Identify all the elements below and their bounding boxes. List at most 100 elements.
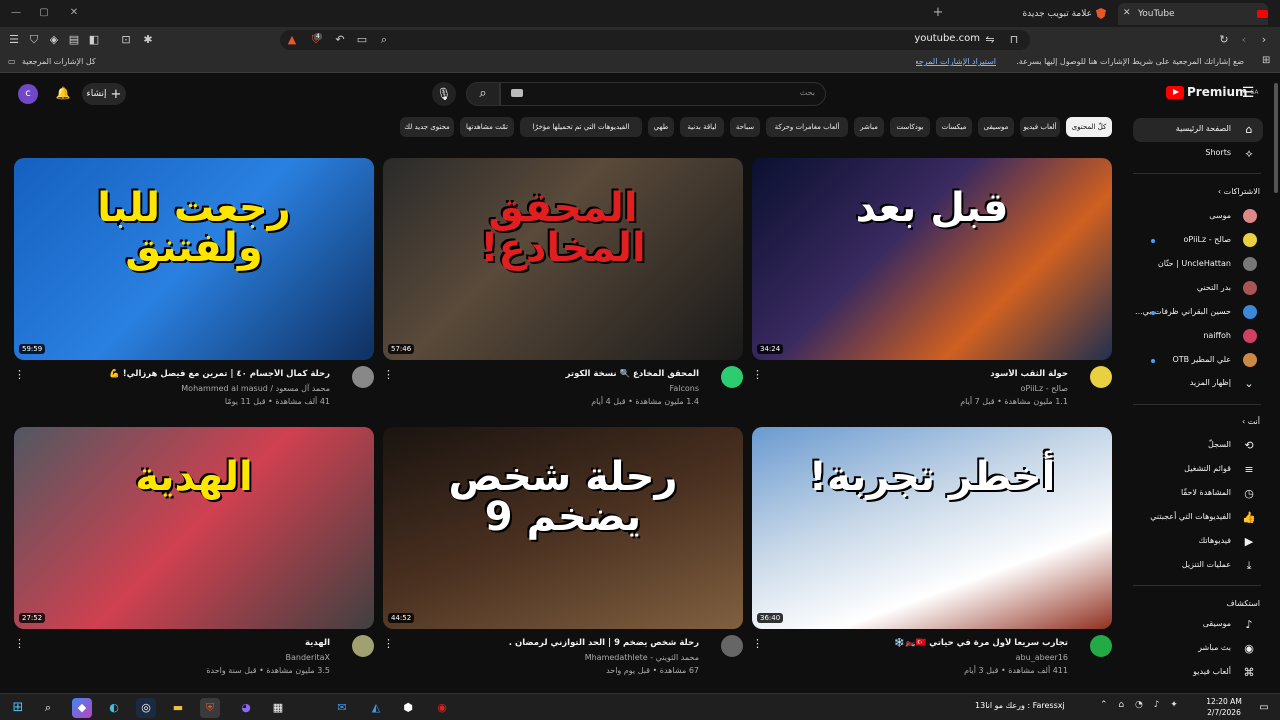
file-explorer-icon[interactable]: ▬ bbox=[168, 698, 188, 718]
channel-name[interactable]: abu_abeer16 bbox=[768, 653, 1068, 662]
back-icon[interactable]: › bbox=[1256, 32, 1272, 48]
channel-avatar[interactable] bbox=[352, 366, 374, 388]
sidebar-icon[interactable]: ◧ bbox=[86, 32, 102, 48]
video-thumbnail[interactable]: قبل بعد 34:24 bbox=[752, 158, 1112, 360]
minimize-icon[interactable]: — bbox=[8, 5, 24, 21]
copilot-icon[interactable]: ◆ bbox=[72, 698, 92, 718]
sidebar-item-subscription[interactable]: بدر التحني bbox=[1133, 277, 1263, 301]
sidebar-item-home[interactable]: ⌂ الصفحة الرئيسية bbox=[1133, 118, 1263, 142]
wallet-icon[interactable]: ◈ bbox=[46, 32, 62, 48]
menu-icon[interactable]: ☰ bbox=[6, 32, 22, 48]
filter-chip[interactable]: بودكاست bbox=[890, 117, 930, 137]
video-card[interactable]: قبل بعد 34:24 حولة الثقب الأسود صالح - oPii… bbox=[752, 158, 1112, 418]
bookmark-icon[interactable]: ⊓ bbox=[1006, 32, 1022, 48]
search-icon[interactable]: ⌕ bbox=[376, 32, 392, 48]
video-title[interactable]: المحقق المخادع 🔍 نسخة الكوتر bbox=[399, 369, 699, 379]
windows-start-icon[interactable]: ⊞ bbox=[8, 698, 28, 718]
sidebar-item[interactable]: ◉ بث مباشر bbox=[1133, 637, 1263, 661]
channel-avatar[interactable] bbox=[1090, 366, 1112, 388]
filter-chip[interactable]: الفيديوهات التي تم تحميلها مؤخرًا bbox=[520, 117, 642, 137]
channel-avatar[interactable] bbox=[352, 635, 374, 657]
sidebar-item-subscription[interactable]: علي المطير OTB bbox=[1133, 349, 1263, 373]
more-options-icon[interactable]: ⋮ bbox=[14, 368, 25, 381]
channel-name[interactable]: BanderitaX bbox=[30, 653, 331, 662]
shield-icon[interactable]: ⛉ bbox=[26, 32, 42, 48]
channel-name[interactable]: صالح - oPiiLz bbox=[768, 384, 1068, 393]
edge-icon[interactable]: ◐ bbox=[104, 698, 124, 718]
filter-chip[interactable]: ميكسات bbox=[936, 117, 972, 137]
sidebar-item[interactable]: ◷ المشاهدة لاحقًا bbox=[1133, 482, 1263, 506]
filter-chip[interactable]: سباحة bbox=[730, 117, 760, 137]
more-options-icon[interactable]: ⋮ bbox=[383, 637, 394, 650]
reader-mode-icon[interactable]: ▭ bbox=[354, 32, 370, 48]
you-header[interactable]: أنت › bbox=[1242, 417, 1260, 426]
filter-chip[interactable]: محتوى جديد لك bbox=[400, 117, 454, 137]
discord-icon[interactable]: ◕ bbox=[236, 698, 256, 718]
steam-icon[interactable]: ◎ bbox=[136, 698, 156, 718]
sidebar-item-subscription[interactable]: صالح - oPiiLz bbox=[1133, 229, 1263, 253]
filter-chip[interactable]: مباشر bbox=[854, 117, 884, 137]
sidebar-item-subscription[interactable]: حسين البقراني ظرفات بي... bbox=[1133, 301, 1263, 325]
scrollbar-thumb[interactable] bbox=[1274, 83, 1278, 193]
app-icon[interactable]: ◭ bbox=[366, 698, 386, 718]
tabs-icon[interactable]: ▤ bbox=[66, 32, 82, 48]
channel-avatar[interactable] bbox=[1090, 635, 1112, 657]
filter-chip[interactable]: موسيقى bbox=[978, 117, 1014, 137]
import-bookmarks-link[interactable]: استيراد الإشارات المرجعية الآن... bbox=[916, 57, 996, 66]
system-tray[interactable]: ⌃ ⌂ ◔ ♪ ✦ bbox=[1100, 700, 1182, 710]
more-options-icon[interactable]: ⋮ bbox=[14, 637, 25, 650]
video-title[interactable]: رحلة شخص يضخم 9 | الحد التوازني لرمضان . bbox=[399, 638, 699, 648]
more-options-icon[interactable]: ⋮ bbox=[752, 637, 763, 650]
more-options-icon[interactable]: ⋮ bbox=[752, 368, 763, 381]
avatar[interactable]: c bbox=[18, 84, 38, 104]
close-tab-icon[interactable]: ✕ bbox=[1123, 8, 1131, 18]
reload-icon[interactable]: ↻ bbox=[1216, 32, 1232, 48]
new-tab-button[interactable]: + bbox=[930, 5, 946, 21]
search-icon[interactable]: ⌕ bbox=[38, 698, 58, 718]
video-thumbnail[interactable]: رحلة شخص يضخم 9 44:52 bbox=[383, 427, 743, 629]
screenshot-icon[interactable]: ⊡ bbox=[118, 32, 134, 48]
all-bookmarks-link[interactable]: كل الإشارات المرجعية bbox=[22, 57, 96, 66]
share-icon[interactable]: ↶ bbox=[332, 32, 348, 48]
mail-icon[interactable]: ✉ bbox=[332, 698, 352, 718]
filter-chip[interactable]: كلّ المحتوى bbox=[1066, 117, 1112, 137]
video-card[interactable]: الهدية 27:52 الهدية BanderitaX 3.5 مليون مشا… bbox=[14, 427, 374, 687]
sidebar-item-subscription[interactable]: naiffoh bbox=[1133, 325, 1263, 349]
site-settings-icon[interactable]: ⇋ bbox=[982, 32, 998, 48]
brave-rewards-icon[interactable]: ▲ bbox=[284, 32, 300, 48]
apps-grid-icon[interactable]: ⊞ bbox=[1262, 55, 1270, 66]
sidebar-item[interactable]: ▶ فيديوهاتك bbox=[1133, 530, 1263, 554]
sidebar-item[interactable]: ⟲ السجلّ bbox=[1133, 434, 1263, 458]
brave-taskbar-icon[interactable]: ⛨ bbox=[200, 698, 220, 718]
video-card[interactable]: رحلة شخص يضخم 9 44:52 رحلة شخص يضخم 9 | ال… bbox=[383, 427, 743, 687]
bell-icon[interactable]: 🔔 bbox=[54, 84, 72, 102]
video-title[interactable]: رحلة كمال الأجسام ٤٠ | تمرين مع فيصل هرز… bbox=[30, 369, 330, 379]
video-title[interactable]: حولة الثقب الأسود bbox=[768, 369, 1068, 379]
clock[interactable]: 12:20 AM 2/7/2026 bbox=[1200, 696, 1248, 718]
sidebar-item[interactable]: ⤓ عمليات التنزيل bbox=[1133, 554, 1263, 578]
sidebar-item[interactable]: ♪ موسيقى bbox=[1133, 613, 1263, 637]
video-thumbnail[interactable]: الهدية 27:52 bbox=[14, 427, 374, 629]
channel-name[interactable]: Falcons bbox=[399, 384, 699, 393]
sidebar-item[interactable]: ⌘ ألعاب فيديو bbox=[1133, 661, 1263, 685]
media-ticker[interactable]: ورعك مو انا13 : Faressxj bbox=[975, 701, 1065, 710]
more-options-icon[interactable]: ⋮ bbox=[383, 368, 394, 381]
video-title[interactable]: تجارب سريعا لأول مرة في حياتي 🇹🇷🏍️❄️ bbox=[768, 638, 1068, 648]
filter-chip[interactable]: ألعاب فيديو bbox=[1020, 117, 1060, 137]
video-title[interactable]: الهدية bbox=[30, 638, 330, 648]
sidebar-item-subscription[interactable]: UncleHattan | حتّان bbox=[1133, 253, 1263, 277]
url-text[interactable]: youtube.com bbox=[900, 33, 980, 44]
channel-name[interactable]: محمد الثويني - Mhamedathlete bbox=[399, 653, 699, 662]
show-more-button[interactable]: ⌄ إظهار المزيد bbox=[1133, 372, 1263, 396]
scrollbar[interactable] bbox=[1272, 73, 1280, 693]
store-icon[interactable]: ▦ bbox=[268, 698, 288, 718]
app-cube-icon[interactable]: ⬢ bbox=[398, 698, 418, 718]
video-thumbnail[interactable]: رجعت للبا ولفتنق 59:59 bbox=[14, 158, 374, 360]
search-button[interactable]: ⌕ bbox=[466, 82, 500, 106]
subscriptions-header[interactable]: الاشتراكات › bbox=[1218, 187, 1260, 196]
sidebar-item[interactable]: ≡ قوائم التشغيل bbox=[1133, 458, 1263, 482]
channel-avatar[interactable] bbox=[721, 635, 743, 657]
video-card[interactable]: المحقق المخادع! 57:46 المحقق المخادع 🔍 نسخ… bbox=[383, 158, 743, 418]
sidebar-item-subscription[interactable]: موسى bbox=[1133, 205, 1263, 229]
filter-chip[interactable]: تمّت مشاهدتها bbox=[460, 117, 514, 137]
